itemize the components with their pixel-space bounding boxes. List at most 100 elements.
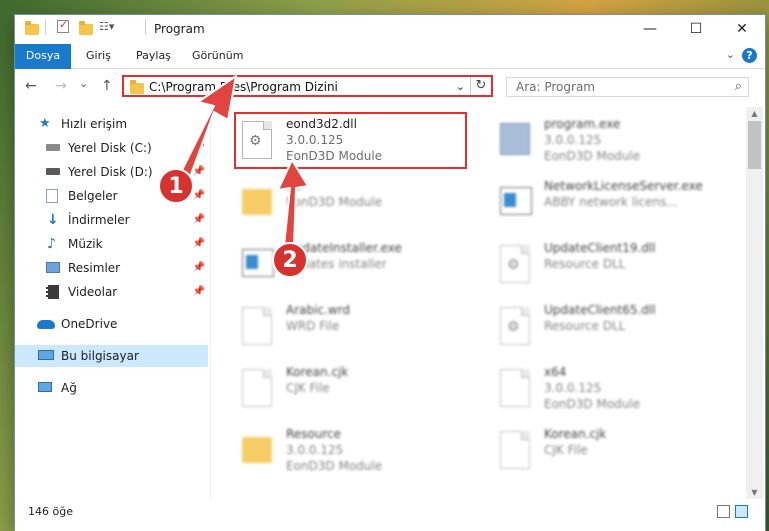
file-item[interactable]: program.exe 3.0.0.125 EonD3D Module xyxy=(498,115,728,171)
file-description: EonD3D Module xyxy=(544,149,641,163)
explorer-window: ✓ ☷▾ Program — ☐ ✕ Dosya Giriş Paylaş Gö… xyxy=(15,15,765,531)
refresh-button[interactable]: ↻ xyxy=(470,77,491,95)
search-icon: ⌕ xyxy=(734,79,742,94)
divider xyxy=(145,19,146,35)
scroll-down-icon[interactable]: ▼ xyxy=(746,488,763,497)
up-button[interactable]: ↑ xyxy=(101,78,113,94)
scroll-up-icon[interactable]: ▲ xyxy=(746,109,763,118)
help-icon[interactable]: ? xyxy=(742,48,757,63)
sidebar-item-label: OneDrive xyxy=(61,317,118,331)
minimize-button[interactable]: — xyxy=(627,15,673,44)
sidebar-item-label: Resimler xyxy=(68,261,121,275)
expand-ribbon-icon[interactable]: ⌄ xyxy=(726,48,735,61)
vertical-scrollbar[interactable]: ▲ ▼ xyxy=(746,107,763,499)
file-name: UpdateClient65.dll xyxy=(544,303,656,317)
file-name: Arabic.wrd xyxy=(286,303,351,317)
sidebar-item-downloads[interactable]: ↓ İndirmeler 📌 xyxy=(15,209,208,231)
sidebar-item-label: Videolar xyxy=(68,285,118,299)
pin-icon[interactable]: 📌 xyxy=(193,209,205,231)
tab-giris[interactable]: Giriş xyxy=(86,44,111,68)
address-bar[interactable]: C:\Program Files\Program Dizini ⌄ ↻ xyxy=(122,75,493,97)
callout-badge-1: 1 xyxy=(158,168,194,204)
sidebar-item-onedrive[interactable]: OneDrive xyxy=(15,313,208,335)
back-button[interactable]: ← xyxy=(25,78,37,94)
details-view-icon[interactable] xyxy=(717,505,730,518)
drive-icon xyxy=(46,144,60,151)
properties-icon[interactable]: ✓ xyxy=(57,18,69,33)
sidebar-item-music[interactable]: ♪ Müzik 📌 xyxy=(15,233,208,255)
sidebar-item-label: Yerel Disk (D:) xyxy=(68,165,153,179)
address-dropdown-icon[interactable]: ⌄ xyxy=(456,80,465,93)
ribbon: Dosya Giriş Paylaş Görünüm ⌄ ? xyxy=(15,44,765,100)
document-icon xyxy=(498,367,532,411)
pin-icon[interactable]: 📌 xyxy=(193,185,205,207)
document-icon xyxy=(240,367,274,411)
sidebar-item-this-pc[interactable]: Bu bilgisayar xyxy=(15,345,208,367)
file-item[interactable]: Korean.cjk CJK File xyxy=(498,425,728,481)
file-item[interactable]: dll EonD3D Module xyxy=(240,177,460,233)
maximize-button[interactable]: ☐ xyxy=(673,15,719,44)
file-name: x64 xyxy=(544,365,567,379)
download-icon: ↓ xyxy=(47,212,59,228)
file-item[interactable]: Arabic.wrd WRD File xyxy=(240,301,460,357)
file-description: ABBY network licens... xyxy=(544,195,678,209)
folder-icon xyxy=(240,429,274,473)
navigation-pane: ★ Hızlı erişim Yerel Disk (C:) 📌 Yerel D… xyxy=(15,105,211,507)
pin-icon[interactable]: 📌 xyxy=(193,137,205,159)
file-item[interactable]: Korean.cjk CJK File xyxy=(240,363,460,419)
file-description: CJK File xyxy=(544,443,588,457)
drive-icon xyxy=(46,168,60,175)
video-icon xyxy=(46,285,59,299)
search-placeholder: Ara: Program xyxy=(516,80,595,94)
file-item[interactable]: Resource 3.0.0.125 EonD3D Module xyxy=(240,425,460,481)
file-name: Korean.cjk xyxy=(544,427,607,441)
title-bar: ✓ ☷▾ Program — ☐ ✕ xyxy=(15,15,765,44)
sidebar-item-label: Müzik xyxy=(68,237,103,251)
file-item[interactable]: x64 3.0.0.125 EonD3D Module xyxy=(498,363,728,419)
item-count: 146 öğe xyxy=(28,505,73,518)
sidebar-item-network[interactable]: Ağ xyxy=(15,377,208,399)
large-icons-view-icon[interactable] xyxy=(735,505,748,518)
scroll-thumb[interactable] xyxy=(748,121,761,169)
file-item[interactable]: ⚙ UpdateClient65.dll Resource DLL xyxy=(498,301,728,357)
tab-gorunum[interactable]: Görünüm xyxy=(192,44,243,68)
file-description: EonD3D Module xyxy=(286,459,383,473)
file-item[interactable]: ⚙ UpdateClient19.dll Resource DLL xyxy=(498,239,728,295)
exe-icon xyxy=(498,119,532,163)
navigation-bar: ← → ⌄ ↑ C:\Program Files\Program Dizini … xyxy=(15,69,765,105)
pin-icon[interactable]: 📌 xyxy=(193,161,205,183)
tab-paylas[interactable]: Paylaş xyxy=(136,44,171,68)
file-name: program.exe xyxy=(544,117,621,131)
customize-quick-access-icon[interactable]: ☷▾ xyxy=(99,20,114,36)
target-file-highlight xyxy=(234,112,467,169)
network-icon xyxy=(38,382,52,392)
cloud-icon xyxy=(37,320,55,329)
file-name: dll xyxy=(286,179,301,193)
divider xyxy=(45,19,46,35)
file-item[interactable]: NetworkLicenseServer.exe ABBY network li… xyxy=(498,177,728,233)
forward-button[interactable]: → xyxy=(55,78,67,94)
sidebar-item-videos[interactable]: Videolar 📌 xyxy=(15,281,208,303)
file-name: Resource xyxy=(286,427,342,441)
pin-icon[interactable]: 📌 xyxy=(193,281,205,303)
gear-dll-icon: ⚙ xyxy=(498,243,532,287)
close-button[interactable]: ✕ xyxy=(719,15,765,44)
sidebar-item-disk-c[interactable]: Yerel Disk (C:) 📌 xyxy=(15,137,208,159)
sidebar-item-label: Belgeler xyxy=(68,189,118,203)
sidebar-item-pictures[interactable]: Resimler 📌 xyxy=(15,257,208,279)
recent-locations-button[interactable]: ⌄ xyxy=(79,77,88,90)
pictures-icon xyxy=(46,262,60,273)
search-box[interactable]: Ara: Program ⌕ xyxy=(506,77,749,97)
pin-icon[interactable]: 📌 xyxy=(193,233,205,255)
sidebar-item-quick-access[interactable]: ★ Hızlı erişim xyxy=(15,113,208,135)
star-icon: ★ xyxy=(39,116,51,131)
sidebar-item-label: Hızlı erişim xyxy=(61,117,128,131)
file-description: EonD3D Module xyxy=(544,397,641,411)
window-title: Program xyxy=(154,22,205,36)
computer-icon xyxy=(38,350,54,360)
file-description: WRD File xyxy=(286,319,340,333)
sidebar-item-label: Yerel Disk (C:) xyxy=(68,141,152,155)
pin-icon[interactable]: 📌 xyxy=(193,257,205,279)
file-version: 3.0.0.125 xyxy=(544,381,602,395)
sidebar-item-label: Bu bilgisayar xyxy=(61,349,139,363)
